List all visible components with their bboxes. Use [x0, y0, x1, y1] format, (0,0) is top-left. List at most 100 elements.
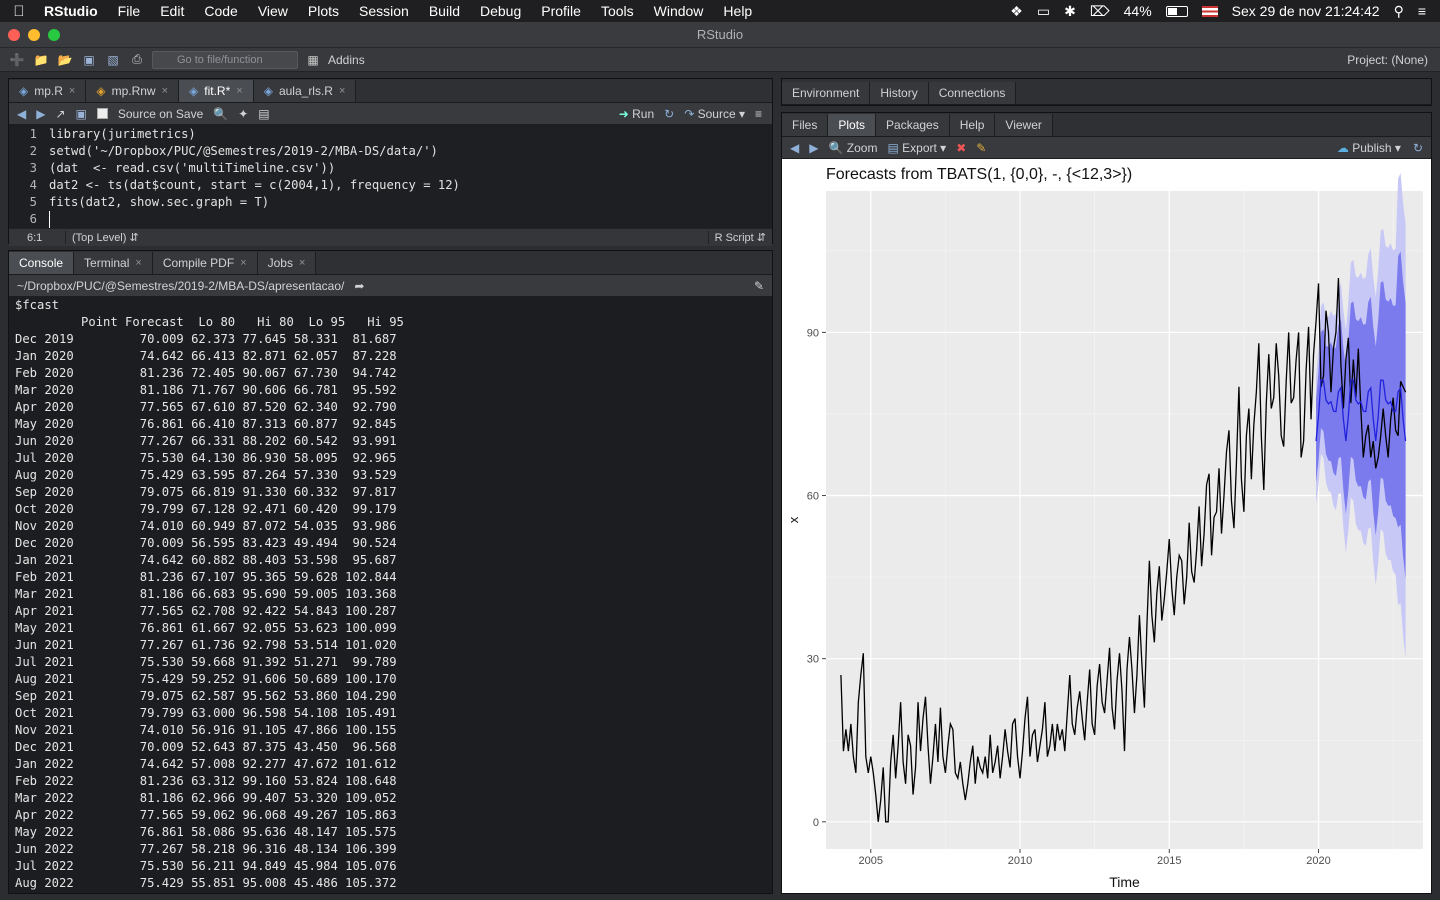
tab-help[interactable]: Help — [949, 114, 996, 136]
tab-fit-r[interactable]: ◈ fit.R* × — [179, 80, 254, 102]
compile-report-icon[interactable]: ▤ — [258, 107, 269, 121]
filetype-selector[interactable]: R Script ⇵ — [707, 231, 772, 244]
code-editor[interactable]: 1 2 3 4 5 6 library(jurimetrics) setwd('~… — [9, 126, 772, 228]
code-tools-icon[interactable]: ✦ — [238, 107, 248, 121]
clear-plots-icon[interactable]: ✎ — [976, 141, 986, 155]
menu-build[interactable]: Build — [419, 3, 470, 19]
menu-tools[interactable]: Tools — [591, 3, 644, 19]
save-icon[interactable]: ▣ — [80, 52, 98, 68]
tab-viewer[interactable]: Viewer — [995, 114, 1053, 136]
refresh-icon[interactable]: ↻ — [1413, 141, 1423, 155]
tab-environment[interactable]: Environment — [782, 82, 871, 104]
outline-icon[interactable]: ≡ — [755, 107, 762, 121]
run-button[interactable]: ➜ Run — [619, 107, 654, 121]
notification-center-icon[interactable]: ≡ — [1418, 3, 1426, 19]
minimize-window-button[interactable] — [28, 29, 40, 41]
addins-menu[interactable]: Addins — [328, 53, 365, 67]
tab-label: Environment — [792, 86, 860, 100]
menu-window[interactable]: Window — [644, 3, 714, 19]
code-body[interactable]: library(jurimetrics) setwd('~/Dropbox/PUC… — [49, 126, 772, 228]
find-icon[interactable]: 🔍 — [213, 107, 228, 121]
close-tab-icon[interactable]: × — [240, 257, 246, 269]
goto-directory-icon[interactable]: ➦ — [354, 279, 364, 293]
clear-console-icon[interactable]: ✎ — [754, 279, 772, 293]
line-number: 6 — [29, 212, 37, 226]
console-line: Point Forecast Lo 80 Hi 80 Lo 95 Hi 95 — [15, 315, 404, 329]
source-button[interactable]: ↷ Source ▾ — [684, 107, 745, 121]
console-tabs: Console Terminal × Compile PDF × Jobs × — [9, 251, 772, 275]
publish-button[interactable]: ☁ Publish ▾ — [1337, 141, 1401, 155]
save-all-icon[interactable]: ▧ — [104, 52, 122, 68]
new-file-icon[interactable]: ➕ — [8, 52, 26, 68]
close-tab-icon[interactable]: × — [299, 257, 305, 269]
close-window-button[interactable] — [8, 29, 20, 41]
dropbox-icon[interactable]: ❖ — [1010, 3, 1023, 20]
new-project-icon[interactable]: 📁 — [32, 52, 50, 68]
code-line[interactable]: dat2 <- ts(dat$count, start = c(2004,1),… — [49, 177, 772, 194]
menu-profile[interactable]: Profile — [531, 3, 591, 19]
rerun-icon[interactable]: ↻ — [664, 107, 674, 121]
menu-plots[interactable]: Plots — [298, 3, 349, 19]
menu-help[interactable]: Help — [713, 3, 762, 19]
project-menu[interactable]: Project: (None) — [1347, 53, 1440, 67]
prev-plot-icon[interactable]: ◀ — [790, 141, 799, 155]
tab-mp-r[interactable]: ◈ mp.R × — [9, 80, 87, 102]
close-tab-icon[interactable]: × — [339, 85, 345, 97]
print-icon[interactable]: ⎙ — [128, 52, 146, 68]
code-line[interactable]: library(jurimetrics) — [49, 126, 772, 143]
tab-history[interactable]: History — [870, 82, 929, 104]
menu-edit[interactable]: Edit — [150, 3, 194, 19]
bluetooth-icon[interactable]: ✱ — [1064, 3, 1076, 20]
show-in-window-icon[interactable]: ↗ — [55, 107, 65, 121]
remove-plot-icon[interactable]: ✖ — [956, 141, 966, 155]
tab-files[interactable]: Files — [782, 114, 829, 136]
close-tab-icon[interactable]: × — [162, 85, 168, 97]
next-plot-icon[interactable]: ▶ — [809, 141, 818, 155]
code-line[interactable]: (dat <- read.csv('multiTimeline.csv')) — [49, 160, 772, 177]
console-line: Apr 2022 77.565 59.062 96.068 49.267 105… — [15, 808, 397, 822]
menu-session[interactable]: Session — [349, 3, 419, 19]
console-output[interactable]: $fcast Point Forecast Lo 80 Hi 80 Lo 95 … — [9, 297, 772, 893]
filetype-label: R Script — [714, 232, 754, 244]
tab-plots[interactable]: Plots — [828, 114, 877, 136]
zoom-window-button[interactable] — [48, 29, 60, 41]
close-tab-icon[interactable]: × — [69, 85, 75, 97]
menu-file[interactable]: File — [108, 3, 151, 19]
airplay-icon[interactable]: ▭ — [1037, 3, 1050, 20]
tab-compile-pdf[interactable]: Compile PDF × — [152, 252, 258, 274]
menu-view[interactable]: View — [248, 3, 298, 19]
code-line[interactable]: setwd('~/Dropbox/PUC/@Semestres/2019-2/M… — [49, 143, 772, 160]
export-button[interactable]: ▤ Export ▾ — [887, 141, 946, 155]
goto-file-input[interactable]: Go to file/function — [152, 50, 298, 69]
save-doc-icon[interactable]: ▣ — [76, 107, 87, 121]
tab-terminal[interactable]: Terminal × — [74, 252, 153, 274]
close-tab-icon[interactable]: × — [236, 85, 242, 97]
forward-arrow-icon[interactable]: ▶ — [36, 107, 45, 121]
tab-mp-rnw[interactable]: ◈ mp.Rnw × — [86, 80, 180, 102]
tab-connections[interactable]: Connections — [928, 82, 1017, 104]
wifi-icon[interactable]: ⌦ — [1090, 3, 1110, 20]
zoom-button[interactable]: 🔍 Zoom — [828, 141, 877, 155]
tab-console[interactable]: Console — [9, 252, 75, 274]
code-line[interactable] — [49, 211, 772, 228]
tab-aula-rls-r[interactable]: ◈ aula_rls.R × — [253, 80, 357, 102]
battery-icon[interactable] — [1165, 5, 1188, 17]
app-menu[interactable]: RStudio — [38, 3, 108, 19]
menu-debug[interactable]: Debug — [470, 3, 531, 19]
clock[interactable]: Sex 29 de nov 21:24:42 — [1232, 3, 1380, 19]
source-on-save-checkbox[interactable] — [96, 108, 108, 119]
spotlight-icon[interactable]: ⚲ — [1394, 3, 1404, 20]
console-pane: Console Terminal × Compile PDF × Jobs × ~/D… — [8, 250, 773, 894]
apple-icon[interactable]:  — [0, 3, 38, 20]
flag-icon[interactable] — [1201, 5, 1218, 17]
scope-selector[interactable]: (Top Level) ⇵ — [65, 231, 139, 244]
back-arrow-icon[interactable]: ◀ — [17, 107, 26, 121]
grid-layout-icon[interactable]: ▦ — [304, 52, 322, 68]
close-tab-icon[interactable]: × — [135, 257, 141, 269]
open-file-icon[interactable]: 📂 — [56, 52, 74, 68]
tab-packages[interactable]: Packages — [876, 114, 950, 136]
tab-jobs[interactable]: Jobs × — [257, 252, 317, 274]
code-line[interactable]: fits(dat2, show.sec.graph = T) — [49, 194, 772, 211]
console-line: Dec 2020 70.009 56.595 83.423 49.494 90.… — [15, 536, 397, 550]
menu-code[interactable]: Code — [194, 3, 247, 19]
